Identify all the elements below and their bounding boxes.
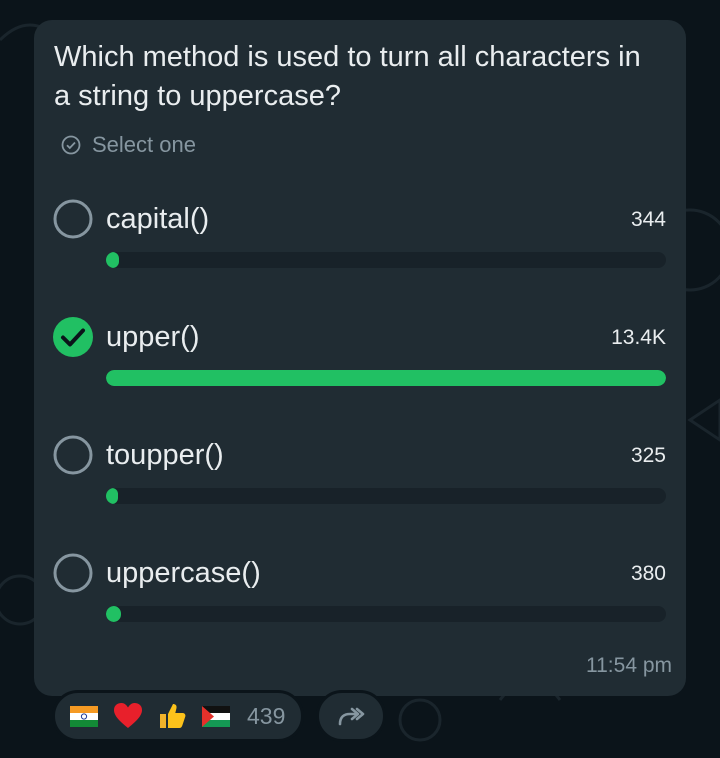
reaction-count: 439 bbox=[247, 702, 286, 729]
option-label: toupper() bbox=[106, 439, 224, 471]
poll-option-toupper[interactable]: toupper() 325 bbox=[52, 434, 668, 524]
poll-option-uppercase[interactable]: uppercase() 380 bbox=[52, 552, 668, 642]
message-timestamp: 11:54 pm bbox=[586, 654, 672, 677]
option-progress-fill bbox=[106, 370, 666, 386]
radio-checked-icon[interactable] bbox=[52, 316, 94, 358]
poll-option-upper[interactable]: upper() 13.4K bbox=[52, 316, 668, 406]
option-progress-bar bbox=[106, 488, 666, 504]
option-progress-fill bbox=[106, 606, 121, 622]
forward-button[interactable] bbox=[316, 690, 386, 742]
option-vote-count: 344 bbox=[630, 208, 666, 231]
check-circle-icon bbox=[61, 135, 81, 155]
option-progress-bar bbox=[106, 606, 666, 622]
option-label: upper() bbox=[106, 321, 200, 353]
option-progress-bar bbox=[106, 370, 666, 386]
option-progress-fill bbox=[106, 252, 119, 268]
radio-unchecked-icon[interactable] bbox=[52, 552, 94, 594]
option-vote-count: 325 bbox=[630, 444, 666, 467]
option-label: capital() bbox=[106, 203, 210, 235]
poll-message-bubble: Which method is used to turn all charact… bbox=[34, 20, 686, 696]
option-vote-count: 13.4K bbox=[611, 326, 666, 349]
red-heart-icon bbox=[109, 697, 147, 735]
select-hint-label: Select one bbox=[92, 132, 196, 157]
forward-icon bbox=[338, 707, 365, 726]
poll-option-capital[interactable]: capital() 344 bbox=[52, 198, 668, 288]
radio-unchecked-icon[interactable] bbox=[52, 198, 94, 240]
option-label: uppercase() bbox=[106, 557, 261, 589]
radio-unchecked-icon[interactable] bbox=[52, 434, 94, 476]
option-progress-bar bbox=[106, 252, 666, 268]
poll-question: Which method is used to turn all charact… bbox=[54, 41, 641, 112]
palestine-flag-icon bbox=[197, 697, 235, 735]
option-vote-count: 380 bbox=[630, 562, 666, 585]
select-hint: Select one bbox=[60, 132, 196, 158]
india-flag-icon bbox=[65, 697, 103, 735]
thumbs-up-icon bbox=[153, 697, 191, 735]
reactions-bar[interactable]: 439 bbox=[52, 690, 304, 742]
option-progress-fill bbox=[106, 488, 119, 504]
